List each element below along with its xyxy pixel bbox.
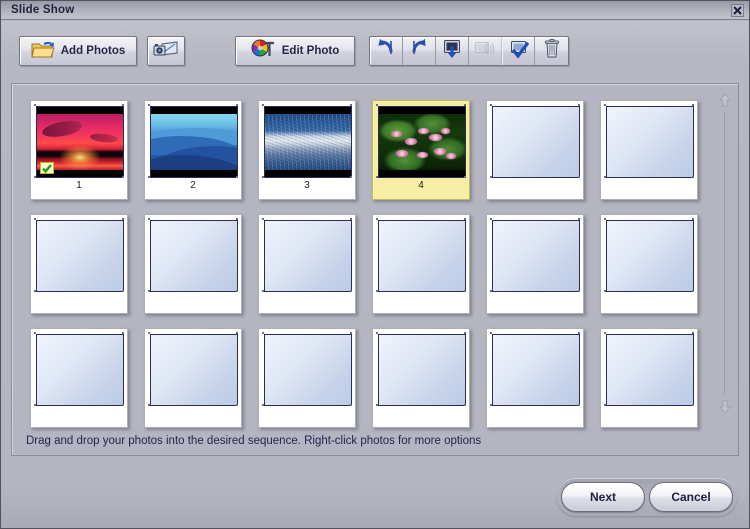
photo-caption <box>378 292 464 308</box>
select-all-button[interactable] <box>502 37 535 65</box>
photo-frame <box>36 106 124 178</box>
photo-caption <box>36 406 122 422</box>
rotate-right-icon <box>409 38 429 64</box>
photo-frame <box>150 106 238 178</box>
photo-caption <box>264 292 350 308</box>
photo-caption <box>606 406 692 422</box>
add-photos-label: Add Photos <box>60 45 126 57</box>
slide-show-window: Slide Show Add Photos Edit Photo 1 2 3 4… <box>0 0 750 529</box>
cancel-button[interactable]: Cancel <box>649 482 733 512</box>
photo-slot-empty[interactable] <box>258 328 356 428</box>
add-photos-button[interactable]: Add Photos <box>19 36 137 66</box>
photo-tools-group <box>369 36 569 66</box>
photo-slot-empty[interactable] <box>372 328 470 428</box>
photo-caption <box>606 178 692 194</box>
photo-slot-empty[interactable] <box>486 100 584 200</box>
sound-icon <box>474 40 496 63</box>
photo-caption: 1 <box>76 180 82 191</box>
photo-slot-filled[interactable]: 2 <box>144 100 242 200</box>
scrollbar-track[interactable] <box>724 112 725 395</box>
photo-slot-filled[interactable]: 4 <box>372 100 470 200</box>
window-titlebar: Slide Show <box>1 1 749 20</box>
photo-frame <box>606 334 694 406</box>
photo-frame <box>492 106 580 178</box>
photo-slot-filled[interactable]: 3 <box>258 100 356 200</box>
photo-frame <box>492 334 580 406</box>
scroll-up-arrow-icon[interactable] <box>717 92 733 108</box>
photo-slot-empty[interactable] <box>486 214 584 314</box>
photo-caption <box>150 406 236 422</box>
photo-frame <box>36 220 124 292</box>
photo-frame <box>606 220 694 292</box>
photo-caption <box>492 406 578 422</box>
edit-photo-label: Edit Photo <box>281 45 340 57</box>
close-icon[interactable] <box>730 3 745 18</box>
photo-slot-empty[interactable] <box>30 214 128 314</box>
photo-caption <box>492 178 578 194</box>
photo-caption: 2 <box>190 180 196 191</box>
photo-frame <box>606 106 694 178</box>
import-from-device-button[interactable] <box>147 36 185 66</box>
save-to-screen-button[interactable] <box>436 37 469 65</box>
photo-slot-empty[interactable] <box>144 214 242 314</box>
photo-frame <box>378 334 466 406</box>
drag-drop-hint: Drag and drop your photos into the desir… <box>26 435 482 447</box>
photo-slot-empty[interactable] <box>600 328 698 428</box>
photo-frame <box>150 220 238 292</box>
checkmark-badge <box>40 162 54 174</box>
photo-slot-empty[interactable] <box>486 328 584 428</box>
photo-slot-empty[interactable] <box>144 328 242 428</box>
photo-frame <box>264 334 352 406</box>
photo-frame <box>492 220 580 292</box>
rotate-left-button[interactable] <box>370 37 403 65</box>
photo-caption <box>606 292 692 308</box>
scanner-camera-icon <box>153 40 179 63</box>
toolbar: Add Photos Edit Photo <box>1 21 749 81</box>
sound-button <box>469 37 502 65</box>
photo-slot-empty[interactable] <box>258 214 356 314</box>
scroll-down-arrow-icon[interactable] <box>717 399 733 415</box>
folder-add-icon <box>31 39 55 64</box>
color-wheel-text-icon <box>251 39 275 64</box>
photo-slot-empty[interactable] <box>30 328 128 428</box>
thumbnail-image <box>265 107 351 177</box>
photo-grid-scrollbar[interactable] <box>714 92 736 415</box>
photo-grid: 1 2 3 4 <box>12 84 710 428</box>
photo-caption <box>36 292 122 308</box>
photo-frame <box>264 106 352 178</box>
photo-caption <box>492 292 578 308</box>
photo-slot-filled[interactable]: 1 <box>30 100 128 200</box>
photo-slot-empty[interactable] <box>600 100 698 200</box>
rotate-right-button[interactable] <box>403 37 436 65</box>
select-all-icon <box>509 39 529 64</box>
edit-photo-button[interactable]: Edit Photo <box>235 36 355 66</box>
rotate-left-icon <box>376 38 396 64</box>
delete-button[interactable] <box>535 37 568 65</box>
photo-slot-empty[interactable] <box>600 214 698 314</box>
thumbnail-image <box>379 107 465 177</box>
next-button[interactable]: Next <box>561 482 645 512</box>
photo-frame <box>150 334 238 406</box>
photo-grid-panel: 1 2 3 4 Drag and drop your photos into the … <box>11 83 739 456</box>
photo-frame <box>264 220 352 292</box>
photo-caption <box>264 406 350 422</box>
window-title: Slide Show <box>11 4 75 16</box>
photo-caption: 3 <box>304 180 310 191</box>
photo-frame <box>378 220 466 292</box>
photo-caption <box>378 406 464 422</box>
photo-frame <box>36 334 124 406</box>
footer-button-bar: Next Cancel <box>557 478 737 516</box>
photo-caption <box>150 292 236 308</box>
photo-slot-empty[interactable] <box>372 214 470 314</box>
save-to-screen-icon <box>442 39 462 64</box>
dialog-body: Add Photos Edit Photo 1 2 3 4 Drag and d… <box>1 21 749 528</box>
trash-icon <box>543 38 561 64</box>
photo-caption: 4 <box>418 180 424 191</box>
photo-frame <box>378 106 466 178</box>
thumbnail-image <box>151 107 237 177</box>
